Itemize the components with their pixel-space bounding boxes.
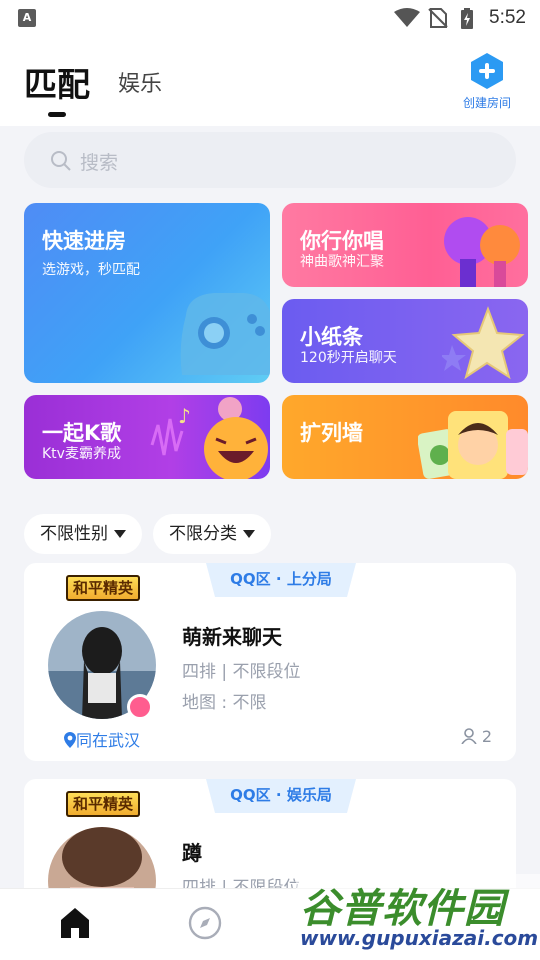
laughing-emoji-icon: ♪	[150, 397, 268, 479]
location-pin-icon	[64, 732, 76, 748]
compass-icon[interactable]	[188, 906, 222, 940]
tab-entertainment[interactable]: 娱乐	[118, 66, 162, 98]
battery-charging-icon	[461, 8, 473, 29]
active-tab-indicator	[48, 112, 66, 117]
svg-text:♪: ♪	[178, 404, 191, 428]
music-badge-icon	[127, 694, 153, 720]
room-card[interactable]: QQ区 · 上分局 和平精英 萌新来聊天 四排 | 不限段位 地图 : 不限 同…	[24, 563, 516, 761]
zone-tag: QQ区 · 上分局	[206, 563, 356, 597]
gender-filter-label: 不限性别	[40, 524, 108, 544]
quick-join-title: 快速进房	[42, 229, 126, 253]
game-logo: 和平精英	[66, 791, 140, 817]
star-icon	[442, 306, 525, 380]
karaoke-subtitle: Ktv麦霸养成	[42, 446, 121, 462]
category-filter-dropdown[interactable]: 不限分类	[153, 514, 271, 554]
wifi-icon	[394, 8, 420, 27]
note-subtitle: 120秒开启聊天	[300, 350, 397, 366]
quick-join-subtitle: 选游戏，秒匹配	[42, 262, 140, 278]
caret-down-icon	[114, 530, 126, 538]
search-placeholder: 搜索	[80, 152, 119, 174]
tab-match[interactable]: 匹配	[24, 58, 90, 106]
location: 同在武汉	[64, 727, 140, 751]
status-time: 5:52	[489, 7, 526, 28]
sticker-cards-icon	[418, 411, 528, 479]
app-notification-icon: A	[18, 9, 36, 27]
caret-down-icon	[243, 530, 255, 538]
game-logo: 和平精英	[66, 575, 140, 601]
quick-join-card[interactable]: 快速进房 选游戏，秒匹配	[24, 203, 270, 383]
no-sim-icon	[428, 8, 448, 28]
home-icon[interactable]	[58, 906, 92, 940]
sing-card[interactable]: 你行你唱 神曲歌神汇聚	[282, 203, 528, 287]
room-name: 萌新来聊天	[182, 625, 282, 649]
gender-filter-dropdown[interactable]: 不限性别	[24, 514, 142, 554]
friend-wall-title: 扩列墙	[300, 421, 363, 445]
create-room-label: 创建房间	[462, 96, 511, 110]
karaoke-card[interactable]: 一起K歌 Ktv麦霸养成 ♪	[24, 395, 270, 479]
status-bar	[0, 0, 540, 36]
microphone-icon	[444, 217, 520, 287]
category-filter-label: 不限分类	[169, 524, 237, 544]
location-label: 同在武汉	[76, 731, 141, 750]
search-icon	[51, 151, 71, 171]
friend-wall-card[interactable]: 扩列墙	[282, 395, 528, 479]
create-room-button[interactable]: 创建房间	[456, 52, 518, 111]
room-name: 蹲	[182, 841, 202, 865]
sing-subtitle: 神曲歌神汇聚	[300, 254, 384, 270]
watermark-url: www.gupuxiazai.com	[300, 926, 539, 950]
person-icon	[461, 728, 477, 745]
member-count-value: 2	[481, 727, 492, 746]
gamepad-icon	[180, 293, 270, 375]
zone-tag: QQ区 · 娱乐局	[206, 779, 356, 813]
plus-icon	[471, 53, 503, 89]
room-mode: 四排 | 不限段位	[182, 662, 301, 682]
member-count: 2	[461, 727, 492, 746]
room-map: 地图 : 不限	[182, 693, 267, 713]
note-card[interactable]: 小纸条 120秒开启聊天	[282, 299, 528, 383]
